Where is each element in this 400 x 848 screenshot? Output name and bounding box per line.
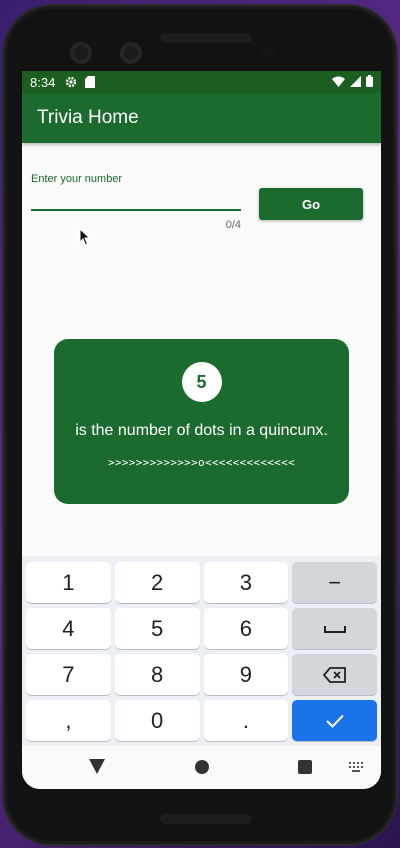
key-minus[interactable]: − [292, 562, 377, 603]
key-4[interactable]: 4 [26, 608, 111, 649]
backspace-key[interactable] [292, 654, 377, 695]
app-bar: Trivia Home [22, 93, 381, 143]
trivia-card: 5 is the number of dots in a quincunx. >… [54, 339, 349, 504]
recents-icon[interactable] [298, 760, 312, 774]
key-comma[interactable]: , [26, 700, 111, 741]
backspace-icon [322, 666, 346, 683]
enter-key[interactable] [292, 700, 377, 741]
space-bar-icon [323, 625, 346, 633]
number-input-underline[interactable] [31, 209, 241, 211]
key-6[interactable]: 6 [203, 608, 289, 649]
keyboard-row: 1 2 3 − [26, 562, 377, 603]
space-key[interactable] [292, 608, 377, 649]
trivia-number-badge: 5 [181, 362, 222, 402]
keyboard-row: , 0 . [26, 700, 377, 741]
sd-card-icon [85, 76, 96, 88]
home-icon[interactable] [195, 760, 209, 774]
number-input-label: Enter your number [31, 173, 123, 185]
key-7[interactable]: 7 [26, 654, 111, 695]
numeric-keyboard: 1 2 3 − 4 5 6 7 8 9 , 0 . [22, 556, 381, 746]
trivia-fact-text: is the number of dots in a quincunx. [75, 422, 328, 439]
proximity-sensor [262, 46, 274, 58]
app-screen: 8:34 Trivia Home Enter your number 0/4 G… [22, 71, 381, 789]
key-5[interactable]: 5 [114, 608, 200, 649]
key-0[interactable]: 0 [114, 700, 200, 741]
signal-icon [350, 75, 361, 90]
keyboard-row: 7 8 9 [26, 654, 377, 695]
front-sensor [70, 42, 92, 64]
earpiece-speaker [160, 33, 252, 43]
status-time: 8:34 [30, 74, 56, 90]
keyboard-icon[interactable] [349, 762, 363, 772]
battery-icon [366, 74, 373, 90]
key-8[interactable]: 8 [114, 654, 200, 695]
page-title: Trivia Home [37, 107, 139, 128]
go-button[interactable]: Go [259, 188, 363, 220]
status-bar: 8:34 [22, 71, 381, 93]
number-input-field[interactable]: Enter your number 0/4 [31, 173, 241, 231]
key-1[interactable]: 1 [26, 562, 111, 603]
key-2[interactable]: 2 [114, 562, 200, 603]
system-nav-bar [22, 746, 381, 789]
key-9[interactable]: 9 [203, 654, 289, 695]
character-counter: 0/4 [225, 219, 241, 231]
mouse-pointer-icon [79, 227, 91, 251]
gear-icon [65, 76, 77, 88]
trivia-decoration: >>>>>>>>>>>>>o<<<<<<<<<<<<< [108, 456, 295, 469]
bottom-speaker [160, 814, 252, 824]
back-icon[interactable] [89, 759, 105, 774]
keyboard-row: 4 5 6 [26, 608, 377, 649]
status-right-icons [332, 74, 373, 90]
front-camera [120, 42, 142, 64]
checkmark-icon [325, 714, 344, 728]
wifi-icon [332, 75, 345, 90]
key-period[interactable]: . [203, 700, 289, 741]
key-3[interactable]: 3 [203, 562, 289, 603]
